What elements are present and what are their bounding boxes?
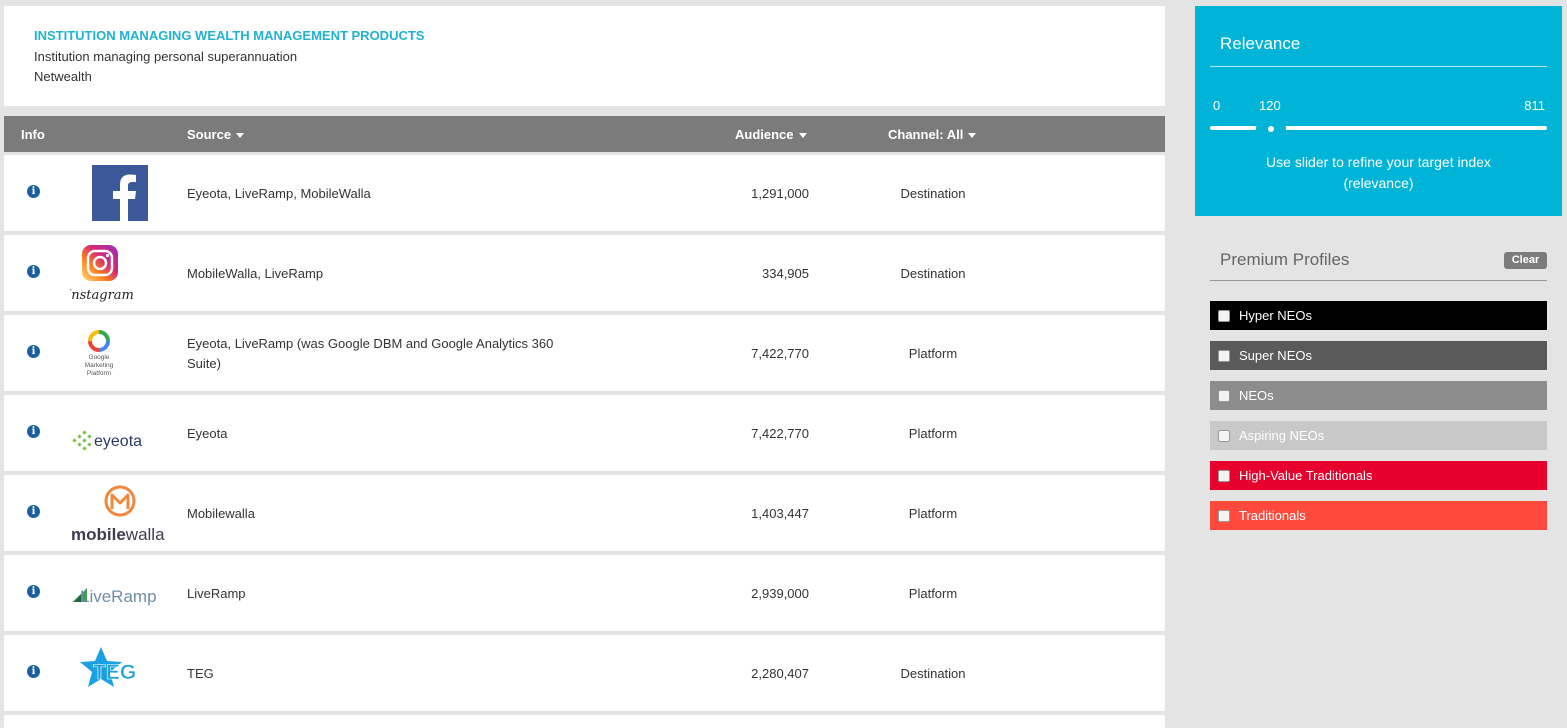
channel-cell: Destination bbox=[900, 666, 966, 681]
facebook-logo bbox=[70, 163, 174, 223]
source-cell: TEG bbox=[187, 666, 214, 681]
info-icon[interactable]: i bbox=[27, 425, 40, 438]
instagram-logo: Instagram bbox=[65, 243, 174, 303]
audience-cell: 1,291,000 bbox=[751, 186, 809, 201]
checkbox[interactable] bbox=[1218, 430, 1230, 442]
column-header-channel-label: Channel: All bbox=[888, 127, 964, 142]
column-header-audience-label: Audience bbox=[735, 127, 794, 142]
svg-text:TEG: TEG bbox=[93, 661, 136, 684]
premium-profiles-title: Premium Profiles bbox=[1220, 250, 1350, 269]
svg-text:LiveRamp: LiveRamp bbox=[80, 587, 157, 606]
svg-text:Google: Google bbox=[89, 354, 110, 361]
table-row: i eyeota Eyeota 7,422,770 Platform bbox=[4, 395, 1165, 471]
info-icon[interactable]: i bbox=[27, 665, 40, 678]
audience-cell: 334,905 bbox=[762, 266, 809, 281]
eyeota-logo: eyeota bbox=[70, 403, 174, 463]
column-header-info: Info bbox=[21, 127, 45, 142]
profile-hyper-neos[interactable]: Hyper NEOs bbox=[1210, 301, 1547, 330]
google-marketing-platform-logo: Google Marketing Platform bbox=[70, 323, 174, 383]
profile-label: NEOs bbox=[1239, 388, 1274, 403]
page-subtitle: Institution managing personal superannua… bbox=[34, 49, 298, 64]
table-row: i Google Marketing Platform Eyeota, Live… bbox=[4, 315, 1165, 391]
page-title: INSTITUTION MANAGING WEALTH MANAGEMENT P… bbox=[34, 28, 425, 43]
page-subtitle-secondary: Netwealth bbox=[34, 69, 92, 84]
profile-label: Hyper NEOs bbox=[1239, 308, 1312, 323]
column-header-audience[interactable]: Audience bbox=[735, 127, 807, 142]
table-row: i Eyeota, LiveRamp, MobileWalla 1,291,00… bbox=[4, 155, 1165, 231]
audience-cell: 2,939,000 bbox=[751, 586, 809, 601]
svg-text:Instagram: Instagram bbox=[70, 288, 134, 303]
column-header-source-label: Source bbox=[187, 127, 232, 142]
divider bbox=[1210, 66, 1547, 67]
caret-down-icon bbox=[236, 133, 245, 139]
profile-label: Aspiring NEOs bbox=[1239, 428, 1325, 443]
header-card: INSTITUTION MANAGING WEALTH MANAGEMENT P… bbox=[4, 6, 1165, 106]
checkbox[interactable] bbox=[1218, 470, 1230, 482]
info-icon[interactable]: i bbox=[27, 185, 40, 198]
info-icon[interactable]: i bbox=[27, 505, 40, 518]
svg-text:Platform: Platform bbox=[87, 370, 111, 377]
profile-traditionals[interactable]: Traditionals bbox=[1210, 501, 1547, 530]
source-cell: MobileWalla, LiveRamp bbox=[187, 266, 324, 281]
channel-cell: Platform bbox=[908, 506, 958, 521]
table-row bbox=[4, 715, 1165, 728]
profile-label: Traditionals bbox=[1239, 508, 1306, 523]
audience-cell: 1,403,447 bbox=[751, 506, 809, 521]
source-cell: Eyeota, LiveRamp, MobileWalla bbox=[187, 186, 371, 201]
clear-button[interactable]: Clear bbox=[1504, 252, 1547, 269]
profile-label: High-Value Traditionals bbox=[1239, 468, 1373, 483]
channel-cell: Platform bbox=[908, 426, 958, 441]
column-header-channel[interactable]: Channel: All bbox=[888, 127, 977, 142]
mobilewalla-logo: mobilewalla bbox=[70, 483, 174, 544]
channel-cell: Platform bbox=[908, 346, 958, 361]
profile-aspiring-neos[interactable]: Aspiring NEOs bbox=[1210, 421, 1547, 450]
caret-down-icon bbox=[968, 133, 977, 139]
info-icon[interactable]: i bbox=[27, 265, 40, 278]
table-row: i Instagram MobileWalla, LiveRamp 334,90… bbox=[4, 235, 1165, 311]
channel-cell: Platform bbox=[908, 586, 958, 601]
divider bbox=[1210, 280, 1547, 281]
svg-text:Marketing: Marketing bbox=[85, 362, 114, 369]
info-icon[interactable]: i bbox=[27, 345, 40, 358]
source-cell: Eyeota bbox=[187, 426, 228, 441]
table-row: i mobilewalla Mobilewalla 1,403,447 Plat… bbox=[4, 475, 1165, 551]
info-icon[interactable]: i bbox=[27, 585, 40, 598]
audience-cell: 7,422,770 bbox=[751, 346, 809, 361]
audience-cell: 7,422,770 bbox=[751, 426, 809, 441]
relevance-value-label: 120 bbox=[1259, 98, 1281, 113]
profile-label: Super NEOs bbox=[1239, 348, 1312, 363]
checkbox[interactable] bbox=[1218, 310, 1230, 322]
relevance-min-label: 0 bbox=[1213, 98, 1221, 113]
relevance-panel: Relevance 0 120 811 Use slider to refine… bbox=[1195, 6, 1562, 216]
column-header-source[interactable]: Source bbox=[187, 127, 245, 142]
profile-high-value-traditionals[interactable]: High-Value Traditionals bbox=[1210, 461, 1547, 490]
relevance-max-label: 811 bbox=[1524, 98, 1545, 113]
checkbox[interactable] bbox=[1218, 390, 1230, 402]
table-row: i TEG TEG 2,280,407 Destination bbox=[4, 635, 1165, 711]
checkbox[interactable] bbox=[1218, 510, 1230, 522]
table-row: i LiveRamp LiveRamp 2,939,000 Platform bbox=[4, 555, 1165, 631]
liveramp-logo: LiveRamp bbox=[70, 563, 174, 623]
profile-neos[interactable]: NEOs bbox=[1210, 381, 1547, 410]
relevance-help-text: Use slider to refine your target index (… bbox=[1266, 154, 1491, 191]
channel-cell: Destination bbox=[900, 186, 966, 201]
profile-super-neos[interactable]: Super NEOs bbox=[1210, 341, 1547, 370]
relevance-title: Relevance bbox=[1220, 34, 1301, 53]
svg-text:eyeota: eyeota bbox=[94, 433, 142, 450]
caret-down-icon bbox=[798, 133, 807, 139]
svg-text:mobilewalla: mobilewalla bbox=[71, 525, 165, 543]
checkbox[interactable] bbox=[1218, 350, 1230, 362]
audience-cell: 2,280,407 bbox=[751, 666, 809, 681]
source-cell: Eyeota, LiveRamp (was Google DBM and Goo… bbox=[187, 336, 554, 371]
channel-cell: Destination bbox=[900, 266, 966, 281]
table-header: Info Source Audience Channel: All bbox=[4, 116, 1165, 152]
source-cell: LiveRamp bbox=[187, 586, 246, 601]
teg-logo: TEG bbox=[70, 643, 174, 703]
relevance-slider-handle[interactable] bbox=[1256, 114, 1286, 144]
slider-handle-dot bbox=[1268, 126, 1274, 132]
source-cell: Mobilewalla bbox=[187, 506, 255, 521]
